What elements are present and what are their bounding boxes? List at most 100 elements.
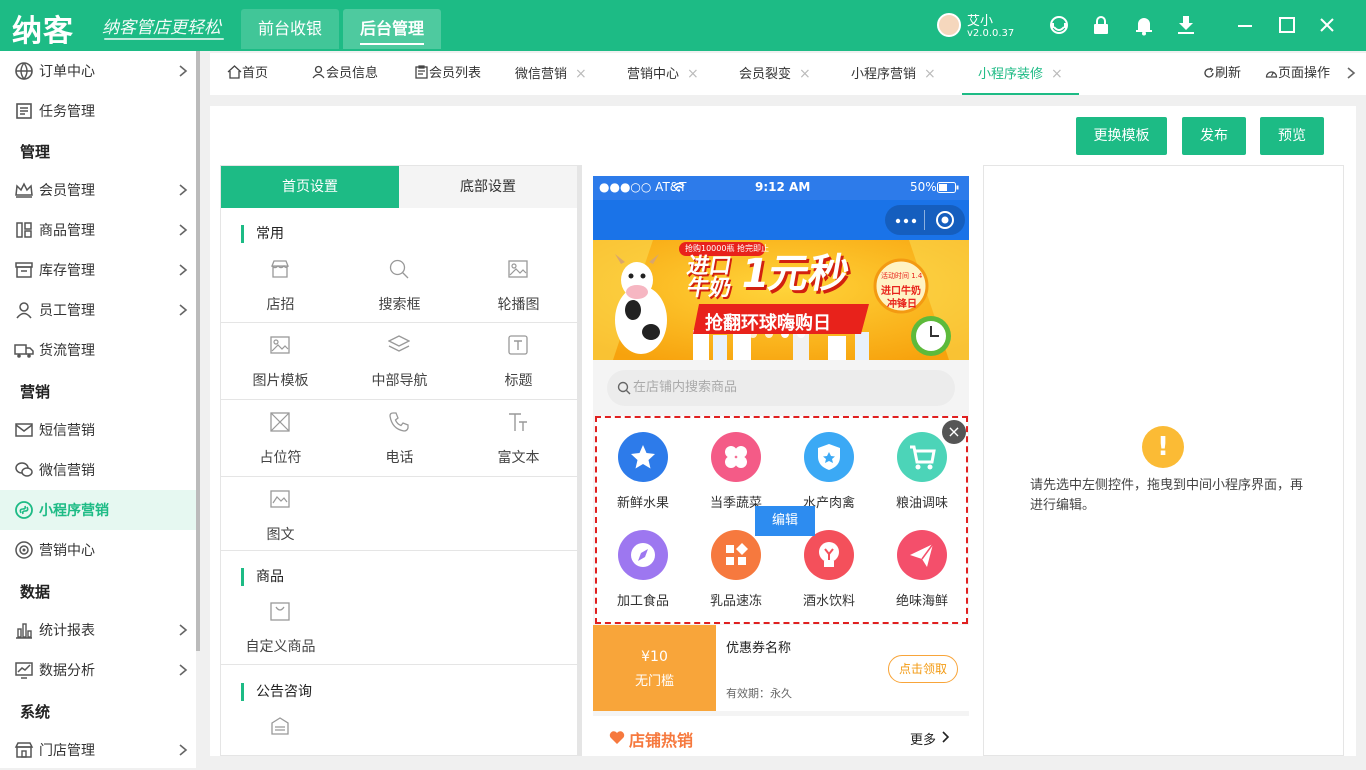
preview-button[interactable]: 预览 xyxy=(1260,117,1324,155)
promo-banner[interactable]: 抢购10000瓶 抢完即止 进口 牛奶 1元秒 抢翻环球嗨购日 活动时间 1.4… xyxy=(593,240,969,360)
tab-close-icon[interactable]: × xyxy=(924,66,936,82)
coupon-name: 优惠券名称 xyxy=(726,641,792,656)
properties-panel: ! 请先选中左侧控件，拖曳到中间小程序界面，再进行编辑。 xyxy=(983,165,1344,756)
banner-tag-1: 活动时间 1.4 xyxy=(881,272,923,280)
image-icon xyxy=(508,260,528,278)
chevron-right-icon xyxy=(179,304,188,316)
empty-hint: 请先选中左侧控件，拖曳到中间小程序界面，再进行编辑。 xyxy=(1030,478,1304,513)
claim-coupon-button[interactable]: 点击领取 xyxy=(888,655,958,683)
tab-footer-settings[interactable]: 底部设置 xyxy=(399,166,577,208)
chevron-right-icon xyxy=(179,184,188,196)
change-template-button[interactable]: 更换模板 xyxy=(1076,117,1167,155)
sidebar-scrollbar[interactable] xyxy=(196,51,200,651)
widget-notice[interactable] xyxy=(221,715,340,755)
minimize-icon[interactable] xyxy=(1234,14,1256,36)
apps-icon xyxy=(711,530,761,580)
notice-icon xyxy=(271,717,289,735)
more-link[interactable]: 更多 xyxy=(910,729,936,748)
phone-navbar xyxy=(593,200,969,240)
compass-icon xyxy=(618,530,668,580)
sidebar-item-orders[interactable]: 订单中心 xyxy=(0,51,196,91)
tab-member-fission[interactable]: 会员裂变 × xyxy=(739,53,811,95)
sidebar-item-stores[interactable]: 门店管理 xyxy=(0,730,196,770)
truck-icon xyxy=(14,344,34,358)
sidebar-item-analytics[interactable]: 数据分析 xyxy=(0,650,196,690)
middle-nav-block[interactable]: 新鲜水果 当季蔬菜 水产肉禽 粮油调味 加工食品 乳品速冻 酒水饮料 绝味海鲜 … xyxy=(595,416,968,624)
sidebar-item-goods[interactable]: 商品管理 xyxy=(0,210,196,250)
search-icon xyxy=(389,259,409,279)
page-operations-button[interactable]: 页面操作 xyxy=(1265,53,1330,95)
storefront-icon xyxy=(271,260,289,278)
sidebar-item-sms[interactable]: 短信营销 xyxy=(0,410,196,450)
tab-miniprogram-marketing[interactable]: 小程序营销 × xyxy=(851,53,936,95)
widget-image-text[interactable]: 图文 xyxy=(221,488,340,564)
phone-search-input[interactable]: 在店铺内搜索商品 xyxy=(607,370,955,406)
tab-miniprogram-decor[interactable]: 小程序装修 × xyxy=(962,53,1079,95)
tabs-scroll-right-icon[interactable] xyxy=(1346,67,1356,81)
grid-icon xyxy=(16,222,32,238)
image-text-icon xyxy=(270,490,290,508)
tab-close-icon[interactable]: × xyxy=(687,66,699,82)
sidebar-item-miniprogram[interactable]: 小程序营销 xyxy=(0,490,196,530)
sidebar-item-inventory[interactable]: 库存管理 xyxy=(0,250,196,290)
text-icon xyxy=(508,335,528,355)
bar-chart-icon xyxy=(16,623,32,639)
hot-sale-title: 店铺热销 xyxy=(629,731,694,750)
maximize-icon[interactable] xyxy=(1276,14,1298,36)
chevron-right-icon xyxy=(179,264,188,276)
sidebar-item-logistics[interactable]: 货流管理 xyxy=(0,330,196,370)
coupon-condition: 无门槛 xyxy=(634,674,674,689)
paper-plane-icon xyxy=(897,530,947,580)
tab-close-icon[interactable]: × xyxy=(575,66,587,82)
edit-button[interactable]: 编辑 xyxy=(755,506,815,536)
divider xyxy=(221,476,577,477)
sidebar-item-members[interactable]: 会员管理 xyxy=(0,170,196,210)
sidebar-item-tasks[interactable]: 任务管理 xyxy=(0,91,196,131)
sidebar-header-manage: 管理 xyxy=(20,143,51,161)
sidebar-item-marketing-center[interactable]: 营销中心 xyxy=(0,530,196,570)
tab-wechat-marketing[interactable]: 微信营销 × xyxy=(515,53,587,95)
tab-close-icon[interactable]: × xyxy=(799,66,811,82)
sidebar-item-wechat[interactable]: 微信营销 xyxy=(0,450,196,490)
clover-icon xyxy=(711,432,761,482)
capsule-menu[interactable] xyxy=(885,205,965,235)
tab-home-settings[interactable]: 首页设置 xyxy=(221,166,399,208)
sidebar-item-reports[interactable]: 统计报表 xyxy=(0,610,196,650)
chevron-right-icon xyxy=(179,624,188,636)
coupon-validity: 有效期：永久 xyxy=(726,687,792,700)
lock-icon[interactable] xyxy=(1090,14,1112,36)
tab-marketing-center[interactable]: 营销中心 × xyxy=(627,53,699,95)
more-dots-icon xyxy=(895,218,917,224)
top-tab-backend[interactable]: 后台管理 xyxy=(343,9,441,49)
sidebar-item-staff[interactable]: 员工管理 xyxy=(0,290,196,330)
editor-content: 更换模板 发布 预览 首页设置 底部设置 常用 店招 搜索框 轮播图 图片模板 … xyxy=(210,106,1356,756)
coupon-amount-block: ¥10 无门槛 xyxy=(593,625,716,711)
top-tab-cashier[interactable]: 前台收银 xyxy=(241,9,339,49)
tab-member-info[interactable]: 会员信息 xyxy=(311,53,378,95)
support-icon[interactable] xyxy=(1048,14,1070,36)
heart-icon xyxy=(609,730,625,745)
divider xyxy=(221,399,577,400)
tab-member-list[interactable]: 会员列表 xyxy=(414,53,481,95)
chevron-right-icon xyxy=(942,731,950,743)
target-icon xyxy=(15,541,33,559)
sidebar: 订单中心 任务管理 管理 会员管理 商品管理 库存管理 员工管理 货流管理 营销… xyxy=(0,51,196,768)
tab-close-icon[interactable]: × xyxy=(1051,66,1063,82)
refresh-button[interactable]: 刷新 xyxy=(1203,53,1241,95)
store-icon xyxy=(14,742,34,758)
remove-block-icon[interactable]: × xyxy=(942,420,966,444)
close-icon[interactable] xyxy=(1316,14,1338,36)
user-name: 艾小 xyxy=(967,14,994,29)
divider xyxy=(221,550,577,551)
line-chart-icon xyxy=(15,662,33,679)
bell-icon[interactable] xyxy=(1133,14,1155,36)
picture-icon xyxy=(270,336,290,354)
cart-icon xyxy=(897,432,947,482)
tab-home[interactable]: 首页 xyxy=(227,53,268,95)
download-icon[interactable] xyxy=(1175,14,1197,36)
publish-button[interactable]: 发布 xyxy=(1182,117,1246,155)
home-icon xyxy=(227,65,242,79)
panel-divider[interactable] xyxy=(578,165,582,756)
bag-icon xyxy=(270,602,290,621)
slogan-underline xyxy=(104,38,224,40)
